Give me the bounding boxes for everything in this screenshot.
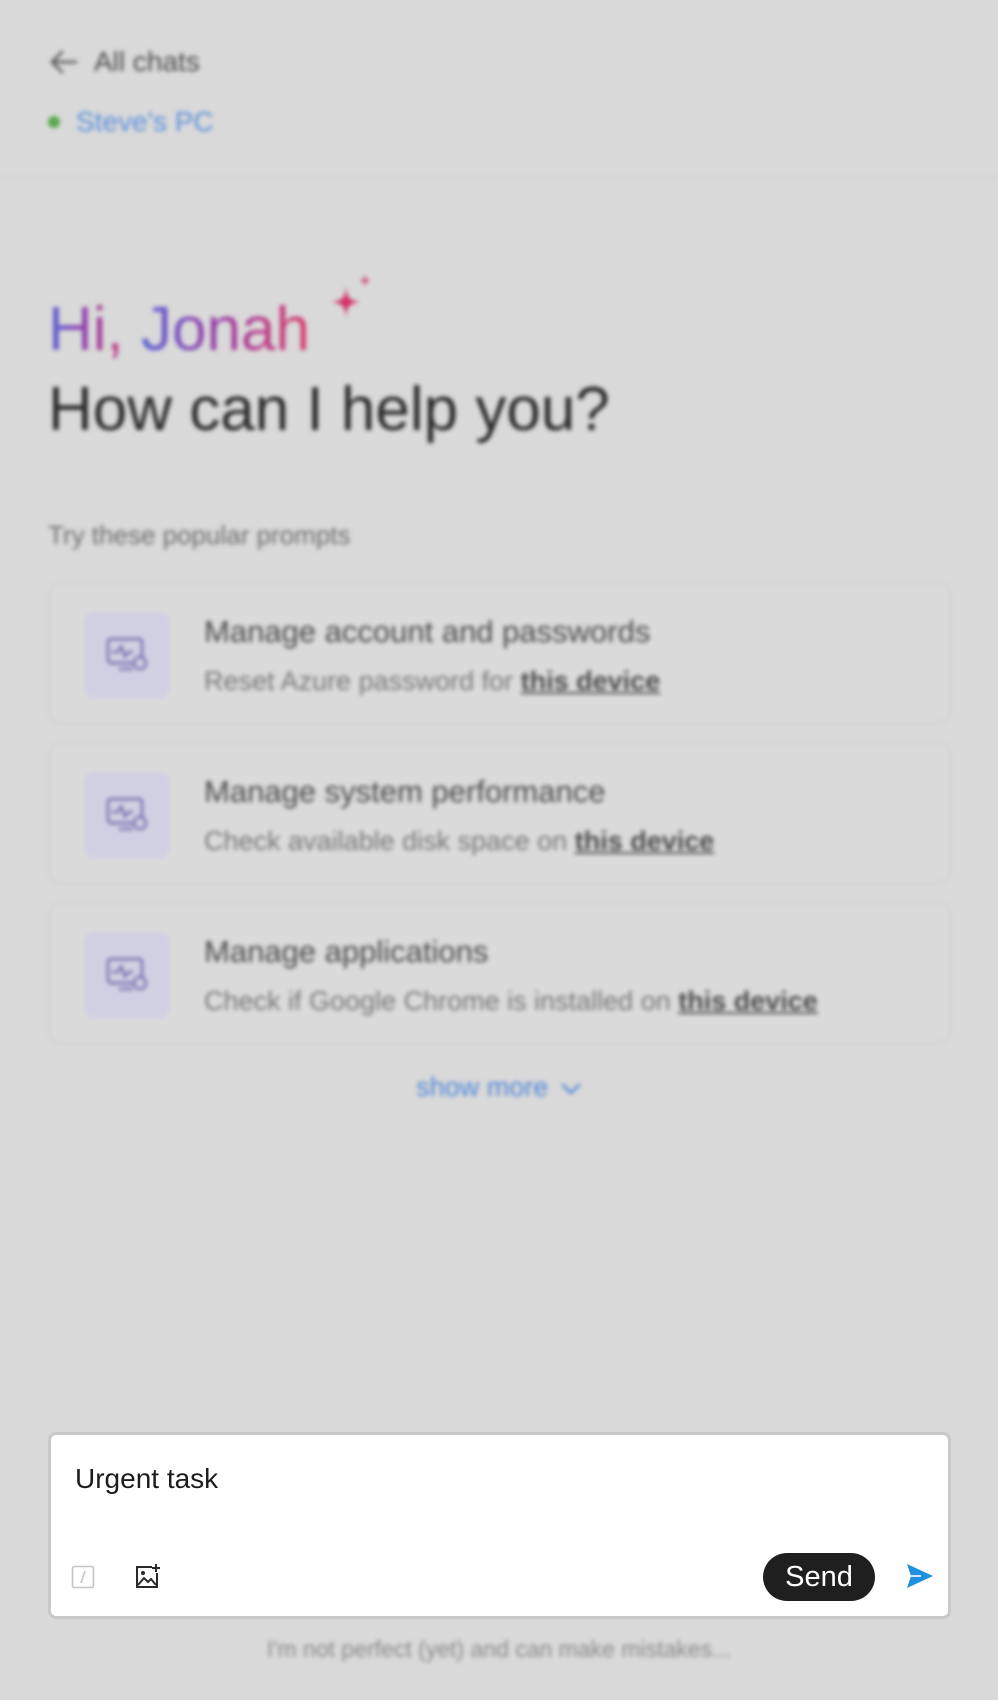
back-label: All chats	[94, 46, 200, 77]
monitor-performance-icon	[106, 797, 148, 831]
arrow-left-icon	[50, 50, 78, 74]
device-name: Steve's PC	[76, 106, 214, 137]
back-to-all-chats-link[interactable]: All chats	[48, 46, 200, 78]
prompt-title: Manage account and passwords	[204, 614, 651, 649]
prompt-card-account[interactable]: Manage account and passwords Reset Azure…	[48, 582, 951, 724]
sparkle-icon	[332, 274, 371, 318]
user-name: Jonah	[141, 295, 310, 364]
greeting-prefix: Hi,	[48, 295, 141, 364]
monitor-performance-icon	[106, 957, 148, 991]
prompt-card-applications[interactable]: Manage applications Check if Google Chro…	[48, 902, 951, 1044]
chat-header: All chats Steve's PC	[0, 0, 998, 178]
prompt-icon-box	[84, 612, 170, 698]
this-device-link[interactable]: this device	[678, 986, 818, 1016]
prompt-subtitle: Check available disk space on this devic…	[204, 826, 714, 857]
monitor-performance-icon	[106, 637, 148, 671]
prompt-icon-box	[84, 772, 170, 858]
send-button[interactable]: Send	[763, 1553, 875, 1601]
prompt-subtitle-text: Check available disk space on	[204, 826, 575, 856]
prompt-title: Manage system performance	[204, 774, 606, 809]
message-composer: Send	[48, 1432, 951, 1619]
add-image-icon[interactable]	[133, 1563, 161, 1591]
disclaimer-text: I'm not perfect (yet) and can make mista…	[266, 1636, 732, 1662]
prompt-subtitle: Check if Google Chrome is installed on t…	[204, 986, 818, 1017]
prompt-subtitle-text: Check if Google Chrome is installed on	[204, 986, 679, 1016]
greeting-heading: Hi, Jonah	[48, 292, 310, 368]
show-more-label: show more	[416, 1072, 549, 1102]
chevron-down-icon	[561, 1083, 581, 1095]
prompt-title: Manage applications	[204, 934, 489, 969]
message-input[interactable]	[75, 1463, 915, 1495]
prompt-card-performance[interactable]: Manage system performance Check availabl…	[48, 742, 951, 884]
slash-commands-icon[interactable]	[71, 1565, 95, 1589]
this-device-link[interactable]: this device	[521, 666, 661, 696]
send-arrow-icon[interactable]	[905, 1561, 935, 1591]
device-selector[interactable]: Steve's PC	[48, 106, 214, 138]
help-question: How can I help you?	[48, 375, 610, 444]
prompt-subtitle-text: Reset Azure password for	[204, 666, 521, 696]
prompts-label: Try these popular prompts	[48, 520, 351, 550]
online-status-dot	[48, 116, 60, 128]
prompt-subtitle: Reset Azure password for this device	[204, 666, 660, 697]
this-device-link[interactable]: this device	[575, 826, 715, 856]
show-more-button[interactable]: show more	[0, 1072, 998, 1103]
prompt-icon-box	[84, 932, 170, 1018]
